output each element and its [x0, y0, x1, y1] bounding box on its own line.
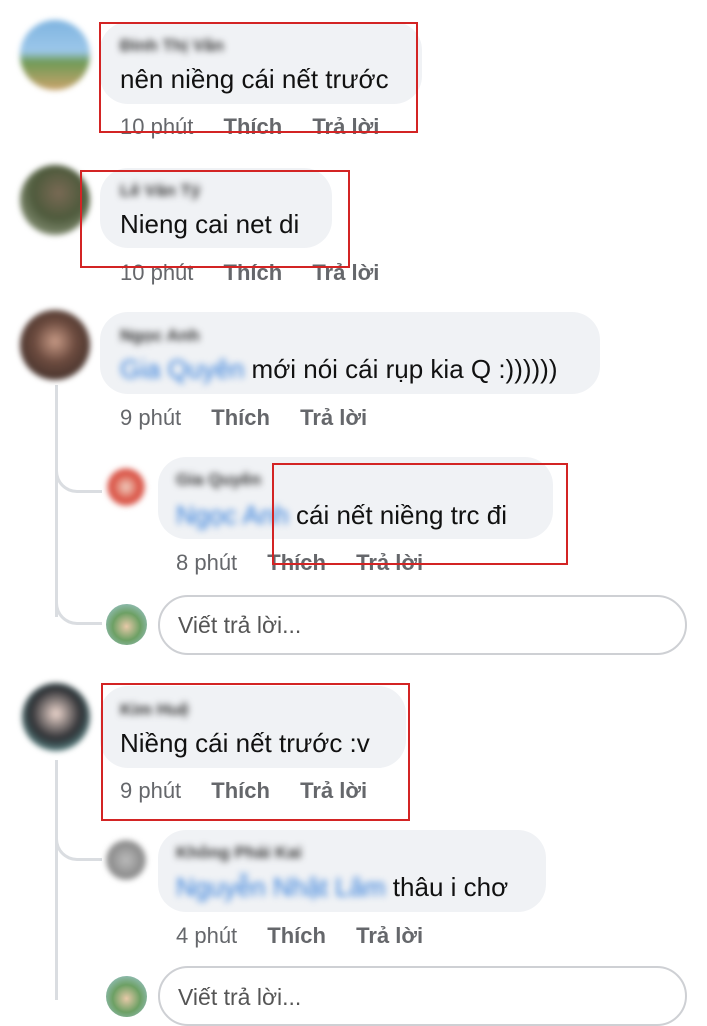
avatar[interactable] [22, 683, 90, 751]
highlight-box [101, 683, 410, 821]
mention-link[interactable]: Gia Quyên [120, 354, 244, 384]
reply-time: 4 phút [176, 923, 238, 948]
reply-button[interactable]: Trả lời [300, 405, 367, 430]
comment-author[interactable]: Ngọc Anh [120, 326, 200, 346]
reply-meta: 4 phút Thích Trả lời [176, 923, 423, 949]
avatar[interactable] [107, 468, 145, 506]
highlight-box [80, 170, 350, 268]
avatar[interactable] [20, 310, 90, 380]
comment-text: Gia Quyên mới nói cái rụp kia Q :)))))) [120, 354, 558, 385]
comment-body: mới nói cái rụp kia Q :)))))) [251, 354, 558, 384]
thread-branch [55, 590, 102, 625]
mention-link[interactable]: Nguyễn Nhật Lâm [176, 872, 386, 902]
like-button[interactable]: Thích [211, 405, 270, 430]
reply-author[interactable]: Không Phải Kai [176, 843, 302, 863]
reply-input[interactable]: Viết trả lời... [158, 595, 687, 655]
avatar[interactable] [106, 840, 146, 880]
avatar [106, 976, 147, 1017]
reply-time: 8 phút [176, 550, 238, 575]
reply-input[interactable]: Viết trả lời... [158, 966, 687, 1026]
avatar[interactable] [20, 20, 90, 90]
like-button[interactable]: Thích [267, 923, 326, 948]
thread-line [55, 760, 58, 1000]
reply-author[interactable]: Gia Quyên [176, 470, 261, 490]
highlight-box [272, 463, 568, 565]
reply-button[interactable]: Trả lời [356, 923, 423, 948]
thread-branch [55, 820, 102, 861]
highlight-box [99, 22, 418, 133]
thread-branch [55, 455, 102, 493]
reply-body: thâu i chơ [392, 872, 509, 902]
avatar [106, 604, 147, 645]
thread-line [55, 385, 58, 617]
reply-placeholder: Viết trả lời... [178, 984, 302, 1010]
reply-text: Nguyễn Nhật Lâm thâu i chơ [176, 872, 508, 903]
reply-placeholder: Viết trả lời... [178, 611, 302, 638]
comment-meta: 9 phút Thích Trả lời [120, 405, 367, 431]
comment-time: 9 phút [120, 405, 182, 430]
